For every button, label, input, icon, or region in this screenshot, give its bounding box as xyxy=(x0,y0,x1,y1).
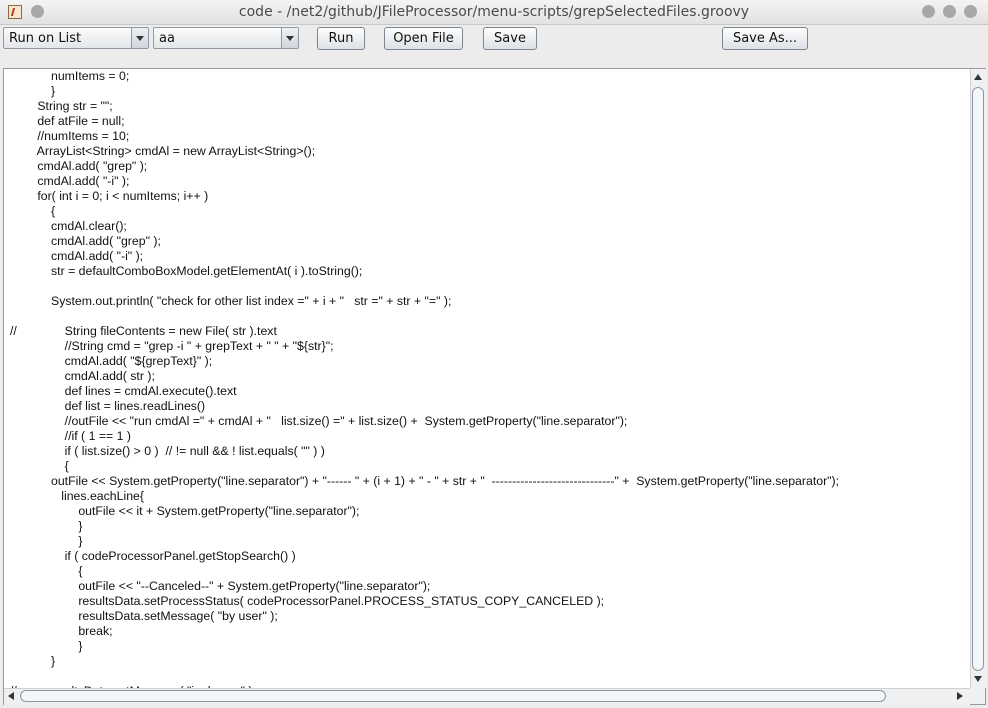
vertical-scroll-thumb[interactable] xyxy=(972,87,984,671)
code-line: def atFile = null; xyxy=(10,114,125,128)
chevron-down-icon[interactable] xyxy=(131,28,148,48)
horizontal-scroll-thumb[interactable] xyxy=(20,690,886,702)
code-line: //if ( 1 == 1 ) xyxy=(10,429,131,443)
code-line: } xyxy=(10,654,56,668)
code-line: { xyxy=(10,204,56,218)
code-line: // String fileContents = new File( str )… xyxy=(10,324,277,338)
run-mode-combobox[interactable]: Run on List xyxy=(3,27,149,49)
text-combobox[interactable]: aa xyxy=(153,27,299,49)
code-line: } xyxy=(10,84,56,98)
code-line: cmdAl.add( "${grepText}" ); xyxy=(10,354,213,368)
horizontal-scrollbar[interactable] xyxy=(4,688,970,705)
run-mode-value: Run on List xyxy=(9,31,82,46)
text-combobox-value: aa xyxy=(159,31,175,46)
code-line: lines.eachLine{ xyxy=(10,489,144,503)
code-line: if ( list.size() > 0 ) // != null && ! l… xyxy=(10,444,325,458)
code-line: for( int i = 0; i < numItems; i++ ) xyxy=(10,189,209,203)
code-line: //outFile << "run cmdAl =" + cmdAl + " l… xyxy=(10,414,628,428)
code-line: ArrayList<String> cmdAl = new ArrayList<… xyxy=(10,144,316,158)
close-icon[interactable] xyxy=(964,5,977,18)
code-line: cmdAl.add( "-i" ); xyxy=(10,174,130,188)
code-line: //numItems = 10; xyxy=(10,129,130,143)
minimize-icon[interactable] xyxy=(922,5,935,18)
code-line: cmdAl.add( "grep" ); xyxy=(10,234,161,248)
code-line: { xyxy=(10,459,69,473)
code-line: cmdAl.clear(); xyxy=(10,219,127,233)
vertical-scrollbar[interactable] xyxy=(970,69,986,688)
code-line: } xyxy=(10,639,83,653)
code-line: { xyxy=(10,564,83,578)
code-line: resultsData.setProcessStatus( codeProces… xyxy=(10,594,605,608)
save-button[interactable]: Save xyxy=(483,27,537,50)
code-line: String str = ""; xyxy=(10,99,113,113)
code-line: str = defaultComboBoxModel.getElementAt(… xyxy=(10,264,363,278)
code-line: outFile << System.getProperty("line.sepa… xyxy=(10,474,840,488)
code-line: break; xyxy=(10,624,113,638)
code-line: outFile << it + System.getProperty("line… xyxy=(10,504,360,518)
window-title: code - /net2/github/JFileProcessor/menu-… xyxy=(238,4,750,20)
code-line: numItems = 0; xyxy=(10,69,130,83)
code-line: cmdAl.add( str ); xyxy=(10,369,155,383)
code-line: cmdAl.add( "grep" ); xyxy=(10,159,148,173)
scroll-left-icon[interactable] xyxy=(8,692,14,700)
window-titlebar: code - /net2/github/JFileProcessor/menu-… xyxy=(0,0,988,25)
code-line: def lines = cmdAl.execute().text xyxy=(10,384,237,398)
open-file-button[interactable]: Open File xyxy=(384,27,463,50)
code-line: resultsData.setMessage( "by user" ); xyxy=(10,609,278,623)
code-editor-text-area[interactable]: numItems = 0; } String str = ""; def atF… xyxy=(4,69,970,688)
code-line: def list = lines.readLines() xyxy=(10,399,206,413)
toolbar: Run on List aa Run Open File Save Save A… xyxy=(0,25,988,67)
code-line: } xyxy=(10,519,83,533)
maximize-icon[interactable] xyxy=(943,5,956,18)
run-button[interactable]: Run xyxy=(317,27,365,50)
scrollbar-corner xyxy=(970,688,985,704)
save-as-button[interactable]: Save As... xyxy=(722,27,808,50)
code-line: if ( codeProcessorPanel.getStopSearch() … xyxy=(10,549,296,563)
code-line: outFile << "--Canceled--" + System.getPr… xyxy=(10,579,431,593)
code-line: //String cmd = "grep -i " + grepText + "… xyxy=(10,339,334,353)
window-menu-icon[interactable] xyxy=(31,5,44,18)
scroll-right-icon[interactable] xyxy=(957,692,963,700)
chevron-down-icon[interactable] xyxy=(281,28,298,48)
scroll-up-icon[interactable] xyxy=(974,74,982,80)
scroll-down-icon[interactable] xyxy=(974,676,982,682)
code-editor-frame: numItems = 0; } String str = ""; def atF… xyxy=(3,68,986,705)
code-line: System.out.println( "check for other lis… xyxy=(10,294,452,308)
code-line: cmdAl.add( "-i" ); xyxy=(10,249,144,263)
code-line: } xyxy=(10,534,83,548)
